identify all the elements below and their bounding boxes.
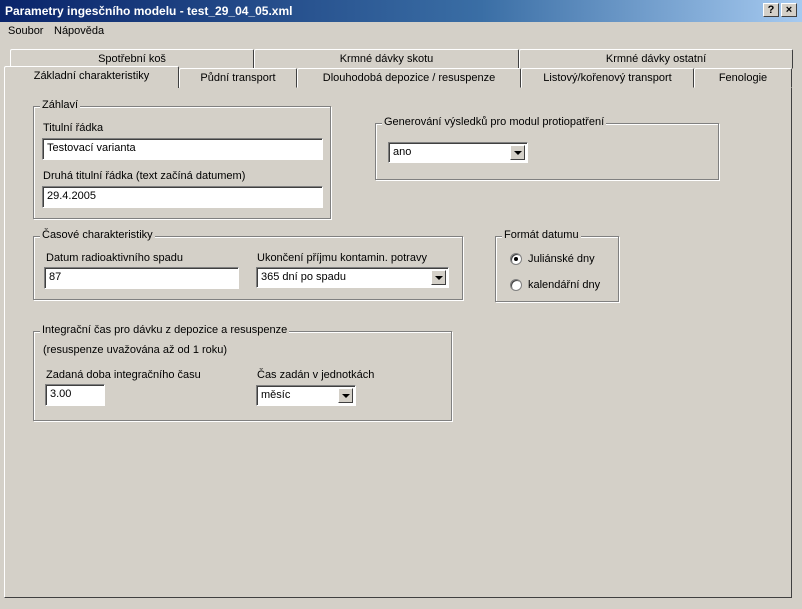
casove-label: Časové charakteristiky [40,229,155,241]
cas-jednotky-value: měsíc [261,389,291,401]
menu-soubor[interactable]: Soubor [8,25,43,37]
tab-krmne-davky-skotu[interactable]: Krmné dávky skotu [254,49,519,69]
julianske-dny-radio[interactable] [510,253,522,265]
radio-selected-dot [514,257,518,261]
doba-integracniho-casu-input[interactable]: 3.00 [45,384,105,406]
titulni-radka-label: Titulní řádka [43,122,104,134]
julianske-dny-label[interactable]: Juliánské dny [528,253,595,265]
format-datumu-group [495,236,619,302]
zahlavi-label: Záhlaví [40,99,81,111]
window-title: Parametry ingesčního modelu - test_29_04… [5,4,293,18]
tab-krmne-davky-ostatni[interactable]: Krmné dávky ostatní [519,49,793,69]
generovani-label: Generování výsledků pro modul protiopatř… [382,116,607,128]
ukonceni-prijmu-label: Ukončení příjmu kontamin. potravy [257,252,427,264]
kalendarni-dny-label[interactable]: kalendářní dny [528,279,600,291]
doba-integracniho-casu-label: Zadaná doba integračního času [46,369,201,381]
tab-fenologie[interactable]: Fenologie [694,68,792,88]
titulni-radka-input[interactable]: Testovací varianta [42,138,323,160]
chevron-down-icon[interactable] [338,388,353,403]
druha-titulni-radka-label: Druhá titulní řádka (text začíná datumem… [43,170,246,182]
tab-zakladni-charakteristiky[interactable]: Základní charakteristiky [4,66,179,88]
datum-spadu-input[interactable]: 87 [44,267,239,289]
ukonceni-prijmu-select[interactable]: 365 dní po spadu [256,267,449,288]
cas-jednotky-select[interactable]: měsíc [256,385,356,406]
ukonceni-prijmu-value: 365 dní po spadu [261,271,347,283]
kalendarni-dny-radio[interactable] [510,279,522,291]
generovani-value: ano [393,146,412,158]
help-button[interactable]: ? [763,3,779,17]
generovani-select[interactable]: ano [388,142,528,163]
chevron-down-icon[interactable] [431,270,446,285]
chevron-down-icon[interactable] [510,145,525,160]
tab-dlouhodoba-depozice[interactable]: Dlouhodobá depozice / resuspenze [297,68,521,88]
resuspenze-note: (resuspenze uvažována až od 1 roku) [43,344,228,356]
tab-pudni-transport[interactable]: Půdní transport [179,68,297,88]
integracni-label: Integrační čas pro dávku z depozice a re… [40,324,290,336]
datum-spadu-label: Datum radioaktivního spadu [46,252,183,264]
menu-napoveda[interactable]: Nápověda [54,25,104,37]
cas-jednotky-label: Čas zadán v jednotkách [257,369,375,381]
tab-listovy-korenovy-transport[interactable]: Listový/kořenový transport [521,68,694,88]
format-datumu-label: Formát datumu [502,229,581,241]
close-button[interactable]: × [781,3,797,17]
druha-titulni-radka-input[interactable]: 29.4.2005 [42,186,323,208]
